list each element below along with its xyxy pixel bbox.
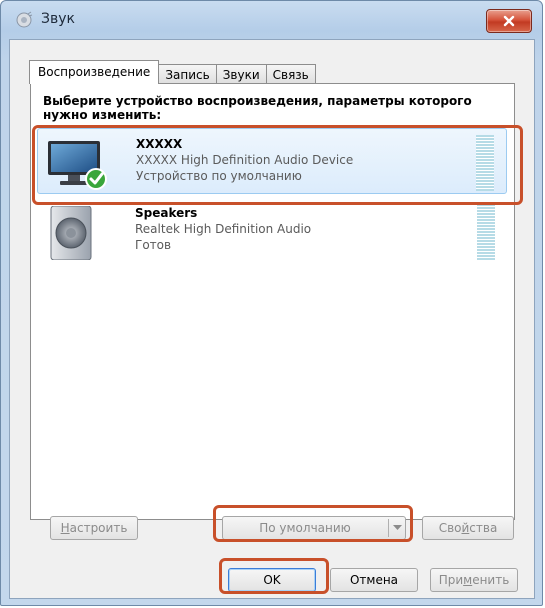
playback-tab-panel: Выберите устройство воспроизведения, пар… (30, 83, 515, 520)
sound-app-icon (16, 11, 33, 28)
close-icon (503, 15, 515, 27)
apply-button[interactable]: Применить (430, 568, 518, 592)
properties-label-part: Сво (438, 521, 462, 535)
apply-label-part: При (438, 573, 464, 587)
apply-accelerator: м (463, 573, 473, 587)
ok-button[interactable]: OK (228, 568, 316, 592)
close-button[interactable] (486, 9, 532, 33)
tab-playback[interactable]: Воспроизведение (29, 60, 160, 84)
apply-label-part: енить (472, 573, 510, 587)
configure-button[interactable]: Настроить (50, 516, 138, 540)
sound-dialog-window: Звук Воспроизведение Запись Звуки Связь … (0, 0, 543, 606)
device-name: Speakers (135, 206, 198, 220)
set-default-split-button[interactable]: По умолчанию (222, 516, 406, 540)
instruction-text: Выберите устройство воспроизведения, пар… (43, 94, 472, 122)
dropdown-arrow-icon[interactable] (389, 517, 405, 539)
dialog-client-area: Воспроизведение Запись Звуки Связь Выбер… (9, 39, 535, 599)
device-item-xxxxx[interactable]: XXXXX XXXXX High Definition Audio Device… (37, 128, 507, 194)
device-status: Готов (135, 238, 172, 252)
device-status: Устройство по умолчанию (136, 169, 302, 183)
tab-strip: Воспроизведение Запись Звуки Связь (29, 60, 316, 84)
cancel-button[interactable]: Отмена (330, 568, 418, 592)
properties-button[interactable]: Свойства (422, 516, 514, 540)
speaker-icon (50, 206, 92, 260)
device-item-speakers[interactable]: Speakers Realtek High Definition Audio Г… (37, 198, 507, 264)
properties-label-part: ства (469, 521, 498, 535)
title-bar[interactable]: Звук (1, 1, 542, 37)
device-list[interactable]: XXXXX XXXXX High Definition Audio Device… (37, 128, 507, 508)
volume-level-meter (477, 204, 495, 260)
monitor-icon (48, 141, 107, 190)
device-description: Realtek High Definition Audio (135, 222, 312, 236)
tab-sounds[interactable]: Звуки (215, 64, 267, 84)
tab-communications[interactable]: Связь (265, 64, 316, 84)
window-title: Звук (41, 11, 75, 27)
configure-label-part: астроить (69, 521, 128, 535)
device-name: XXXXX (136, 137, 183, 151)
volume-level-meter (476, 135, 494, 191)
configure-accelerator: Н (60, 521, 70, 535)
device-description: XXXXX High Definition Audio Device (136, 153, 354, 167)
tab-recording[interactable]: Запись (158, 64, 217, 84)
set-default-label: По умолчанию (259, 521, 351, 535)
